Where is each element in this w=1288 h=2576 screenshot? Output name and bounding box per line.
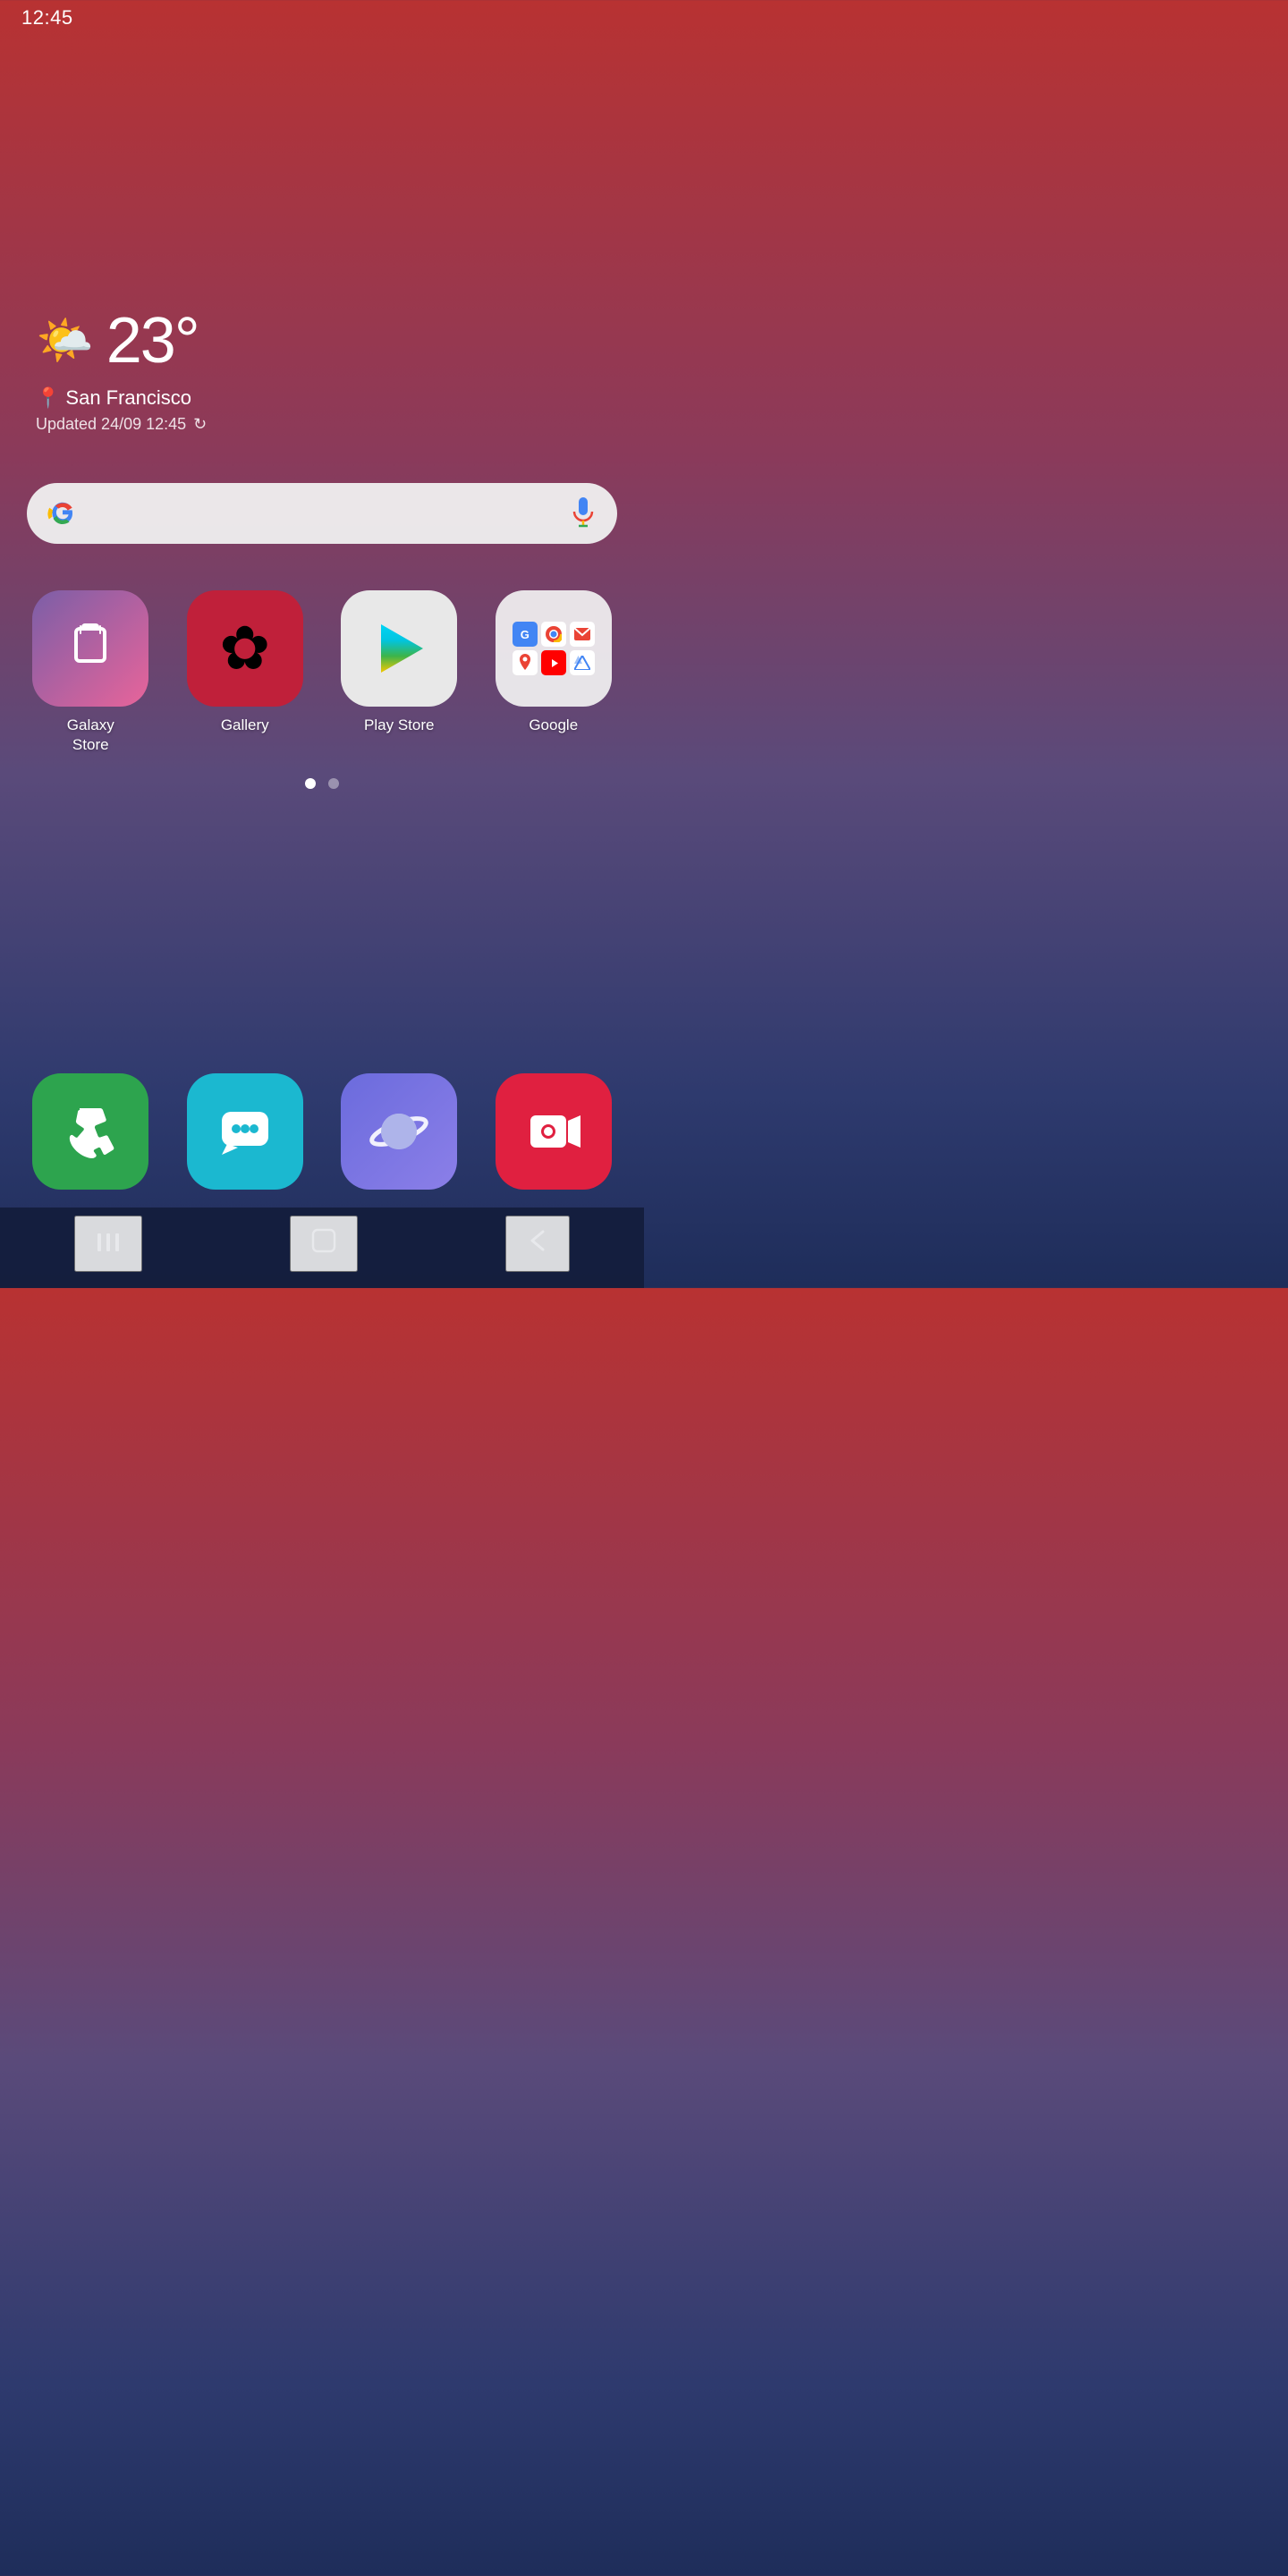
- page-dot-2[interactable]: [328, 778, 339, 789]
- recent-apps-button[interactable]: [74, 1216, 142, 1272]
- galaxy-store-label: GalaxyStore: [67, 716, 114, 755]
- page-indicators: [0, 778, 644, 789]
- app-play-store[interactable]: Play Store: [326, 590, 472, 755]
- google-logo: [45, 496, 80, 531]
- navigation-bar: [0, 1208, 644, 1288]
- app-gallery[interactable]: ✿ Gallery: [173, 590, 318, 755]
- status-bar: 12:45: [0, 0, 644, 36]
- weather-top: 🌤️ 23°: [36, 304, 207, 377]
- dock-phone[interactable]: [18, 1073, 164, 1190]
- google-folder-label: Google: [529, 716, 578, 735]
- weather-updated: Updated 24/09 12:45 ↻: [36, 415, 207, 434]
- refresh-icon[interactable]: ↻: [193, 415, 207, 434]
- app-google-folder[interactable]: G: [481, 590, 627, 755]
- microphone-icon[interactable]: [567, 497, 599, 530]
- weather-temperature: 23°: [106, 304, 199, 377]
- messages-icon: [187, 1073, 303, 1190]
- location-pin-icon: 📍: [36, 386, 60, 410]
- gallery-label: Gallery: [221, 716, 269, 735]
- weather-widget[interactable]: 🌤️ 23° 📍 San Francisco Updated 24/09 12:…: [36, 304, 207, 434]
- dock: [0, 1064, 644, 1199]
- recorder-icon: [496, 1073, 612, 1190]
- weather-location: 📍 San Francisco: [36, 386, 207, 410]
- app-grid: GalaxyStore ✿ Gallery Play Stor: [0, 581, 644, 764]
- google-folder-icon: G: [496, 590, 612, 707]
- dock-recorder[interactable]: [481, 1073, 627, 1190]
- galaxy-store-icon: [32, 590, 148, 707]
- home-button[interactable]: [290, 1216, 358, 1272]
- weather-icon: 🌤️: [36, 318, 94, 364]
- dock-messages[interactable]: [173, 1073, 318, 1190]
- google-search-bar[interactable]: [27, 483, 617, 544]
- app-galaxy-store[interactable]: GalaxyStore: [18, 590, 164, 755]
- back-button[interactable]: [505, 1216, 570, 1272]
- gallery-icon: ✿: [187, 590, 303, 707]
- status-time: 12:45: [21, 6, 73, 30]
- play-store-icon: [341, 590, 457, 707]
- play-store-label: Play Store: [364, 716, 434, 735]
- browser-icon: [341, 1073, 457, 1190]
- phone-icon: [32, 1073, 148, 1190]
- dock-browser[interactable]: [326, 1073, 472, 1190]
- page-dot-1[interactable]: [305, 778, 316, 789]
- mic-svg: [571, 497, 596, 530]
